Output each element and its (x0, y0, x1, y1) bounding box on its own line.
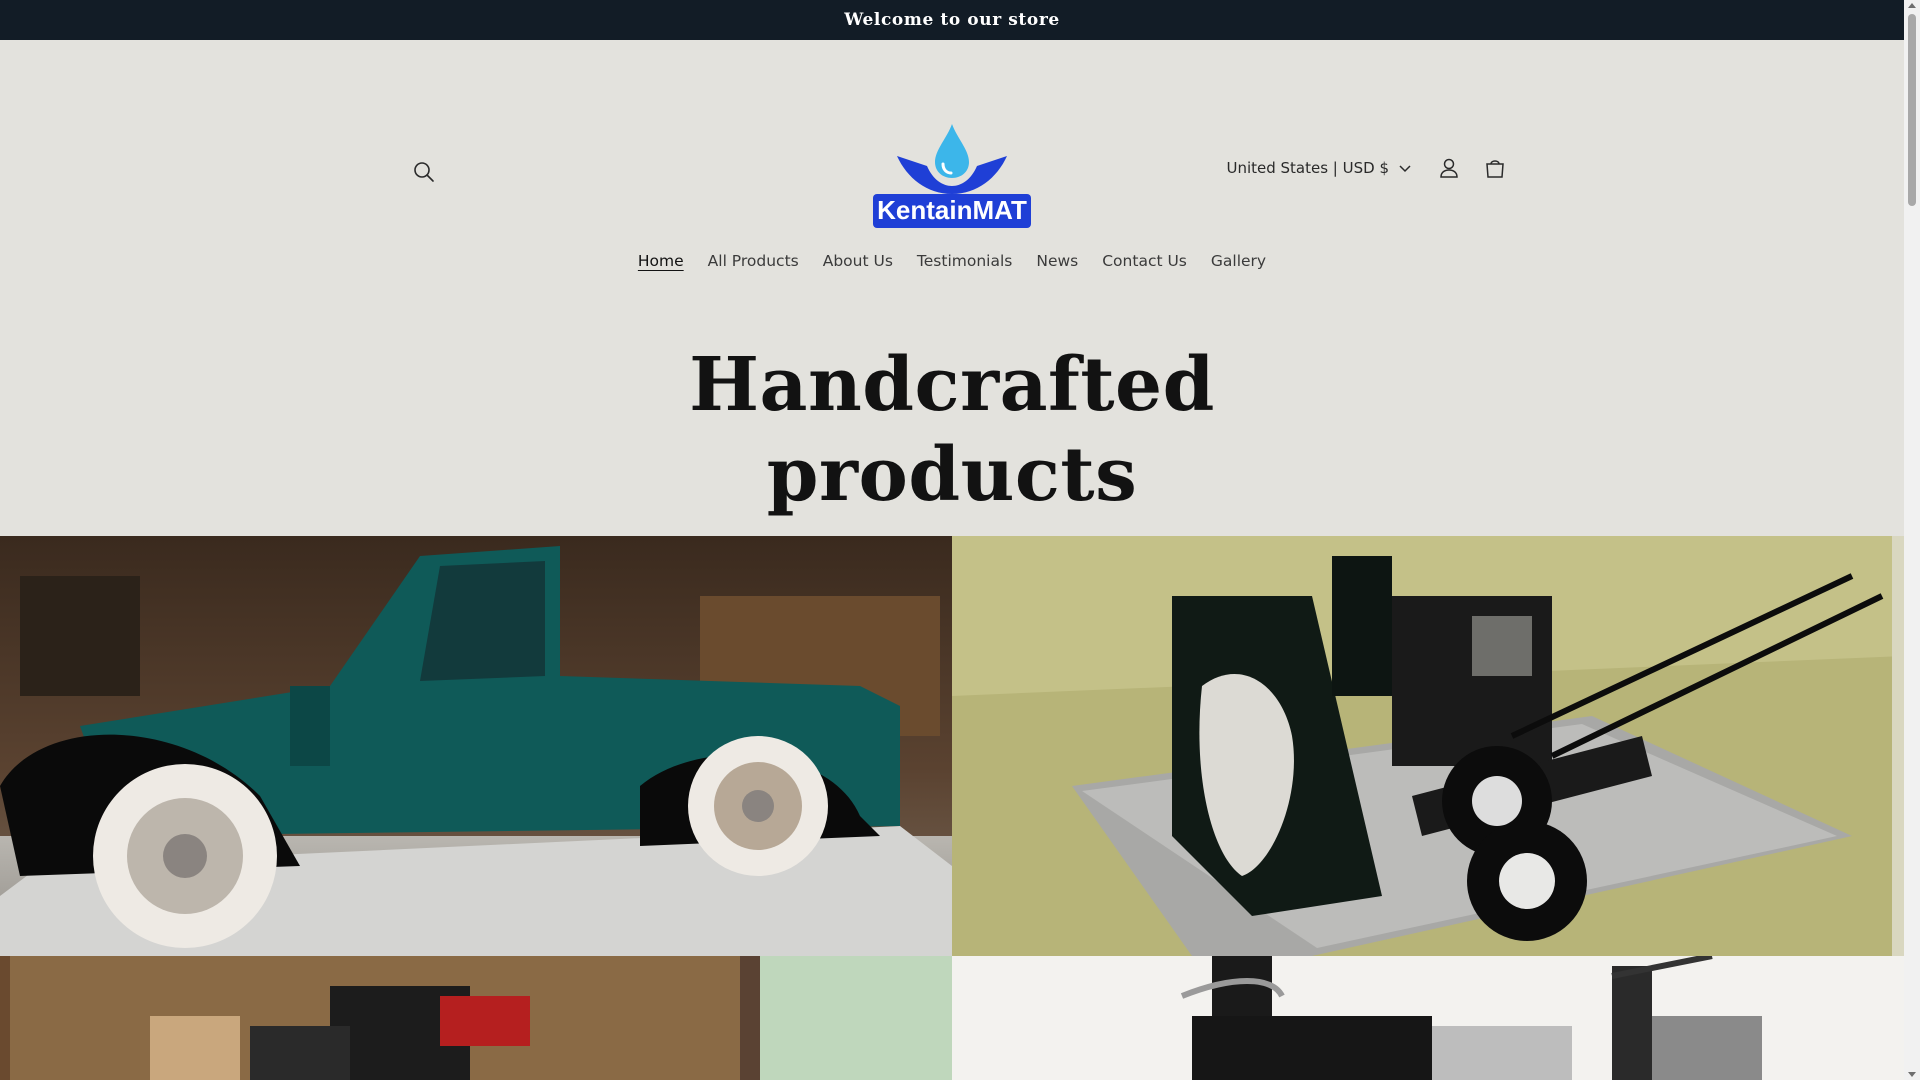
nav-item-all-products[interactable]: All Products (696, 252, 811, 270)
page-scrollbar[interactable] (1904, 0, 1920, 1080)
main-nav: Home All Products About Us Testimonials … (0, 252, 1904, 270)
header-actions: United States | USD $ (1226, 154, 1509, 182)
scrollbar-thumb[interactable] (1908, 14, 1916, 206)
scroll-up-arrow-icon[interactable] (1908, 3, 1916, 8)
nav-item-home[interactable]: Home (626, 252, 696, 270)
account-icon[interactable] (1435, 154, 1463, 182)
country-selector-label: United States | USD $ (1226, 159, 1389, 177)
site-logo[interactable]: KentainMAT (867, 122, 1037, 228)
nav-item-contact-us[interactable]: Contact Us (1090, 252, 1199, 270)
hero-title-line1: Handcrafted (689, 342, 1215, 428)
nav-item-news[interactable]: News (1024, 252, 1090, 270)
search-icon[interactable] (410, 158, 438, 186)
announcement-text: Welcome to our store (844, 10, 1060, 30)
cart-icon[interactable] (1481, 154, 1509, 182)
country-selector[interactable]: United States | USD $ (1226, 159, 1411, 177)
product-gallery (0, 536, 1904, 1080)
gallery-image-motorcycle[interactable] (952, 956, 1904, 1080)
logo-text: KentainMAT (877, 195, 1027, 225)
hero-title: Handcrafted products (0, 340, 1904, 520)
nav-item-gallery[interactable]: Gallery (1199, 252, 1278, 270)
site-header: KentainMAT United States | USD $ Home Al… (0, 40, 1904, 270)
hero-title-line2: products (766, 432, 1138, 518)
gallery-image-truck[interactable] (0, 536, 952, 956)
announcement-bar: Welcome to our store (0, 0, 1904, 40)
gallery-image-mower-shed[interactable] (0, 956, 952, 1080)
nav-item-testimonials[interactable]: Testimonials (905, 252, 1024, 270)
scroll-down-arrow-icon[interactable] (1908, 1072, 1916, 1077)
nav-item-about-us[interactable]: About Us (811, 252, 905, 270)
chevron-down-icon (1399, 159, 1411, 177)
gallery-image-snow-blower[interactable] (952, 536, 1904, 956)
